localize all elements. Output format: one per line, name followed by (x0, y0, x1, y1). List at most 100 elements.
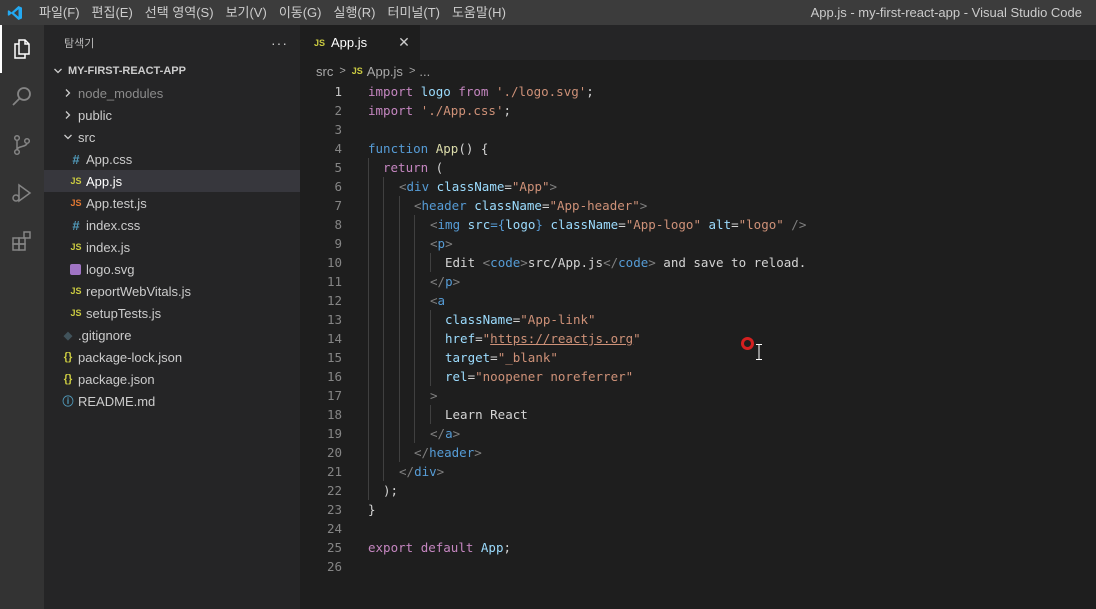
chevron-right-icon (60, 107, 76, 123)
tree-label: node_modules (78, 85, 164, 101)
menu-help[interactable]: 도움말(H) (446, 0, 512, 25)
text-cursor-icon (756, 344, 762, 360)
code-editor[interactable]: 1 import logo from './logo.svg'; 2 import … (300, 82, 1096, 576)
tree-label: logo.svg (86, 261, 135, 277)
tree-file-setup-tests[interactable]: JS setupTests.js (44, 302, 300, 324)
line-number: 9 (334, 236, 342, 251)
code-line: 8 <img src={logo} className="App-logo" al… (300, 215, 1096, 234)
js-file-icon: JS (70, 176, 82, 186)
code-line: 1 import logo from './logo.svg'; (300, 82, 1096, 101)
line-number: 26 (326, 559, 342, 574)
line-number: 8 (334, 217, 342, 232)
run-debug-icon[interactable] (0, 169, 44, 217)
code-line: 11 </p> (300, 272, 1096, 291)
breadcrumb-separator-icon: > (408, 65, 416, 77)
code-text: export default App; (368, 540, 512, 555)
code-text: <a (430, 293, 446, 308)
menu-file[interactable]: 파일(F) (33, 0, 86, 25)
explorer-sidebar: 탐색기 ··· MY-FIRST-REACT-APP node_modules … (44, 25, 300, 609)
code-line: 24 (300, 519, 1096, 538)
tree-file-app-css[interactable]: # App.css (44, 148, 300, 170)
code-line: 14 href="https://reactjs.org" (300, 329, 1096, 348)
code-line: 18 Learn React (300, 405, 1096, 424)
code-text: > (430, 388, 438, 403)
menu-run[interactable]: 실행(R) (328, 0, 382, 25)
tree-file-app-test-js[interactable]: JS App.test.js (44, 192, 300, 214)
tree-file-package-lock[interactable]: {} package-lock.json (44, 346, 300, 368)
code-text: function App() { (368, 141, 489, 156)
menu-edit[interactable]: 편집(E) (86, 0, 139, 25)
source-control-icon[interactable] (0, 121, 44, 169)
menu-view[interactable]: 보기(V) (220, 0, 273, 25)
code-line: 20 </header> (300, 443, 1096, 462)
code-text: ); (383, 483, 399, 498)
code-line: 5 return ( (300, 158, 1096, 177)
search-icon[interactable] (0, 73, 44, 121)
code-text: import './App.css'; (368, 103, 512, 118)
code-line: 17 > (300, 386, 1096, 405)
vscode-logo-icon (0, 0, 30, 25)
explorer-title: 탐색기 (64, 37, 95, 50)
extensions-icon[interactable] (0, 217, 44, 265)
close-icon[interactable]: ✕ (396, 34, 412, 50)
css-file-icon: # (72, 217, 80, 233)
tab-label: App.js (331, 35, 368, 50)
tree-file-gitignore[interactable]: ◆ .gitignore (44, 324, 300, 346)
code-text: className="App-link" (445, 312, 596, 327)
tree-file-app-js[interactable]: JS App.js (44, 170, 300, 192)
code-text: <p> (430, 236, 453, 251)
explorer-icon[interactable] (0, 25, 44, 73)
tree-file-index-css[interactable]: # index.css (44, 214, 300, 236)
code-line: 2 import './App.css'; (300, 101, 1096, 120)
menu-terminal[interactable]: 터미널(T) (381, 0, 445, 25)
more-actions-icon[interactable]: ··· (271, 35, 288, 51)
tree-label: package.json (78, 371, 155, 387)
link-url: https://reactjs.org (490, 331, 634, 346)
line-number: 12 (326, 293, 342, 308)
tree-folder-node-modules[interactable]: node_modules (44, 82, 300, 104)
tree-folder-src[interactable]: src (44, 126, 300, 148)
tree-file-readme[interactable]: ⓘ README.md (44, 390, 300, 412)
code-text: import logo from './logo.svg'; (368, 84, 594, 99)
line-number: 15 (326, 350, 342, 365)
code-text: </p> (430, 274, 461, 289)
tree-label: .gitignore (78, 327, 132, 343)
explorer-header: 탐색기 ··· (44, 25, 300, 60)
menu-go[interactable]: 이동(G) (273, 0, 328, 25)
code-text: rel="noopener noreferrer" (445, 369, 634, 384)
svg-file-icon (70, 263, 81, 275)
tree-file-report-web-vitals[interactable]: JS reportWebVitals.js (44, 280, 300, 302)
tree-file-package-json[interactable]: {} package.json (44, 368, 300, 390)
code-line: 4 function App() { (300, 139, 1096, 158)
tab-app-js[interactable]: JS App.js ✕ (300, 25, 420, 60)
git-file-icon: ◆ (63, 329, 73, 342)
line-number: 19 (326, 426, 342, 441)
line-number: 20 (326, 445, 342, 460)
code-text: </div> (399, 464, 445, 479)
code-text: <div className="App"> (399, 179, 558, 194)
tree-label: reportWebVitals.js (86, 283, 192, 299)
js-file-icon: JS (351, 66, 363, 76)
line-number: 14 (326, 331, 342, 346)
tree-label: index.js (86, 239, 131, 255)
js-file-icon: JS (314, 37, 326, 48)
tree-file-logo-svg[interactable]: logo.svg (44, 258, 300, 280)
code-line: 6 <div className="App"> (300, 177, 1096, 196)
menu-selection[interactable]: 선택 영역(S) (139, 0, 220, 25)
project-folder-header[interactable]: MY-FIRST-REACT-APP (44, 60, 300, 82)
line-number: 16 (326, 369, 342, 384)
code-line: 9 <p> (300, 234, 1096, 253)
line-number: 24 (326, 521, 342, 536)
tree-folder-public[interactable]: public (44, 104, 300, 126)
js-file-icon: JS (70, 286, 82, 296)
code-line: 13 className="App-link" (300, 310, 1096, 329)
breadcrumb-more[interactable]: ... (419, 64, 430, 79)
tree-file-index-js[interactable]: JS index.js (44, 236, 300, 258)
json-file-icon: {} (63, 351, 73, 363)
editor-area: JS App.js ✕ src > JS App.js > ... 1 impor… (300, 25, 1096, 609)
breadcrumb-file[interactable]: App.js (367, 64, 403, 79)
breadcrumb-folder[interactable]: src (316, 64, 333, 79)
line-number: 18 (326, 407, 342, 422)
code-text: </header> (414, 445, 482, 460)
tree-label: index.css (86, 217, 141, 233)
